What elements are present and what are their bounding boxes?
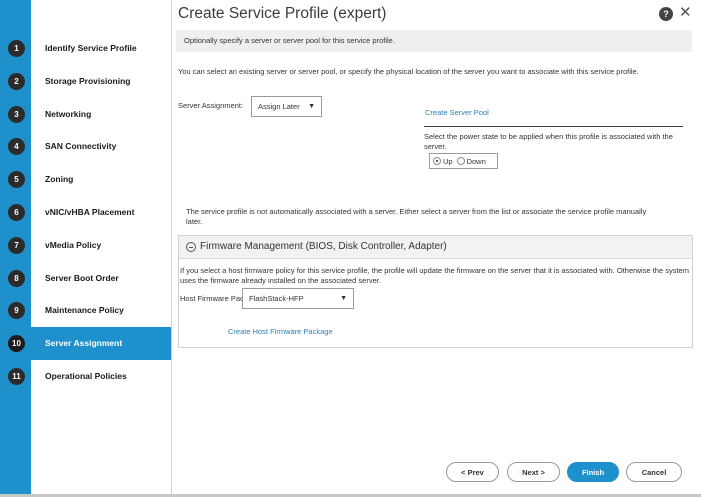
close-icon[interactable]: ✕ bbox=[679, 4, 692, 21]
firmware-panel-title: Firmware Management (BIOS, Disk Controll… bbox=[200, 241, 447, 252]
association-notice: The service profile is not automatically… bbox=[186, 207, 647, 226]
firmware-panel-header[interactable]: Firmware Management (BIOS, Disk Controll… bbox=[179, 236, 692, 259]
prev-button[interactable]: < Prev bbox=[446, 462, 499, 482]
step-number-badge: 1 bbox=[8, 40, 25, 57]
create-server-pool-link[interactable]: Create Server Pool bbox=[425, 108, 489, 117]
wizard-step[interactable]: 11 Operational Policies bbox=[0, 360, 172, 393]
divider bbox=[424, 126, 683, 127]
chevron-down-icon: ▼ bbox=[340, 295, 347, 302]
step-label: Maintenance Policy bbox=[45, 305, 124, 316]
dialog-title: Create Service Profile (expert) bbox=[178, 5, 387, 22]
step-label: vNIC/vHBA Placement bbox=[45, 206, 135, 217]
power-state-text: Select the power state to be applied whe… bbox=[424, 132, 673, 151]
firmware-description: If you select a host firmware policy for… bbox=[180, 266, 689, 285]
step-number-badge: 5 bbox=[8, 171, 25, 189]
power-down-option[interactable]: Down bbox=[456, 156, 486, 166]
wizard-step[interactable]: 6 vNIC/vHBA Placement bbox=[0, 196, 172, 229]
firmware-management-panel: Firmware Management (BIOS, Disk Controll… bbox=[178, 235, 693, 348]
server-assignment-select[interactable]: Assign Later ▼ bbox=[251, 96, 322, 117]
step-label: Server Assignment bbox=[45, 338, 123, 349]
radio-selected-icon[interactable] bbox=[433, 157, 441, 165]
wizard-step[interactable]: 10 Server Assignment bbox=[0, 327, 172, 360]
step-number-badge: 2 bbox=[8, 72, 25, 90]
step-number-badge: 8 bbox=[8, 269, 25, 287]
wizard-steps: 1 Identify Service Profile 2 Storage Provis… bbox=[0, 32, 172, 393]
next-button[interactable]: Next > bbox=[507, 462, 560, 482]
wizard-step[interactable]: 2 Storage Provisioning bbox=[0, 65, 172, 98]
host-firmware-package-value: FlashStack-HFP bbox=[249, 294, 304, 303]
step-number-badge: 10 bbox=[8, 335, 25, 353]
power-state-radio-group: Up Down bbox=[429, 153, 498, 169]
step-label: Identify Service Profile bbox=[45, 43, 137, 53]
radio-icon[interactable] bbox=[456, 157, 465, 165]
wizard-step[interactable]: 3 Networking bbox=[0, 98, 172, 131]
finish-button[interactable]: Finish bbox=[567, 462, 619, 482]
step-label: SAN Connectivity bbox=[45, 141, 117, 152]
wizard-step[interactable]: 7 vMedia Policy bbox=[0, 229, 172, 262]
chevron-down-icon: ▼ bbox=[308, 103, 315, 110]
step-number-badge: 7 bbox=[8, 236, 25, 254]
step-number-badge: 6 bbox=[8, 203, 25, 221]
power-down-label: Down bbox=[466, 156, 486, 166]
step-number-badge: 9 bbox=[8, 302, 25, 320]
step-number-badge: 4 bbox=[8, 138, 25, 156]
wizard-step[interactable]: 8 Server Boot Order bbox=[0, 262, 172, 295]
step-label: Storage Provisioning bbox=[45, 75, 131, 86]
minus-circle-icon[interactable] bbox=[186, 242, 196, 252]
power-up-label: Up bbox=[443, 156, 453, 166]
wizard-step[interactable]: 1 Identify Service Profile bbox=[0, 32, 172, 65]
wizard-step[interactable]: 4 SAN Connectivity bbox=[0, 130, 172, 163]
step-label: vMedia Policy bbox=[45, 239, 102, 250]
nav-divider bbox=[171, 0, 172, 497]
power-up-option[interactable]: Up bbox=[433, 157, 453, 166]
step-label: Zoning bbox=[45, 174, 74, 185]
server-assignment-value: Assign Later bbox=[258, 102, 300, 111]
step-label: Networking bbox=[45, 108, 92, 119]
info-banner: Optionally specify a server or server po… bbox=[176, 30, 692, 52]
step-label: Server Boot Order bbox=[45, 272, 119, 283]
question-icon[interactable]: ? bbox=[659, 7, 673, 21]
wizard-step[interactable]: 5 Zoning bbox=[0, 163, 172, 196]
step-label: Operational Policies bbox=[45, 370, 127, 381]
server-assignment-label: Server Assignment: bbox=[178, 101, 244, 110]
cancel-button[interactable]: Cancel bbox=[626, 462, 682, 482]
wizard-step[interactable]: 9 Maintenance Policy bbox=[0, 294, 172, 327]
step-number-badge: 3 bbox=[8, 105, 25, 123]
create-host-firmware-package-link[interactable]: Create Host Firmware Package bbox=[228, 327, 333, 336]
intro-text: You can select an existing server or ser… bbox=[178, 67, 639, 76]
step-number-badge: 11 bbox=[8, 367, 25, 385]
host-firmware-package-select[interactable]: FlashStack-HFP ▼ bbox=[242, 288, 354, 309]
